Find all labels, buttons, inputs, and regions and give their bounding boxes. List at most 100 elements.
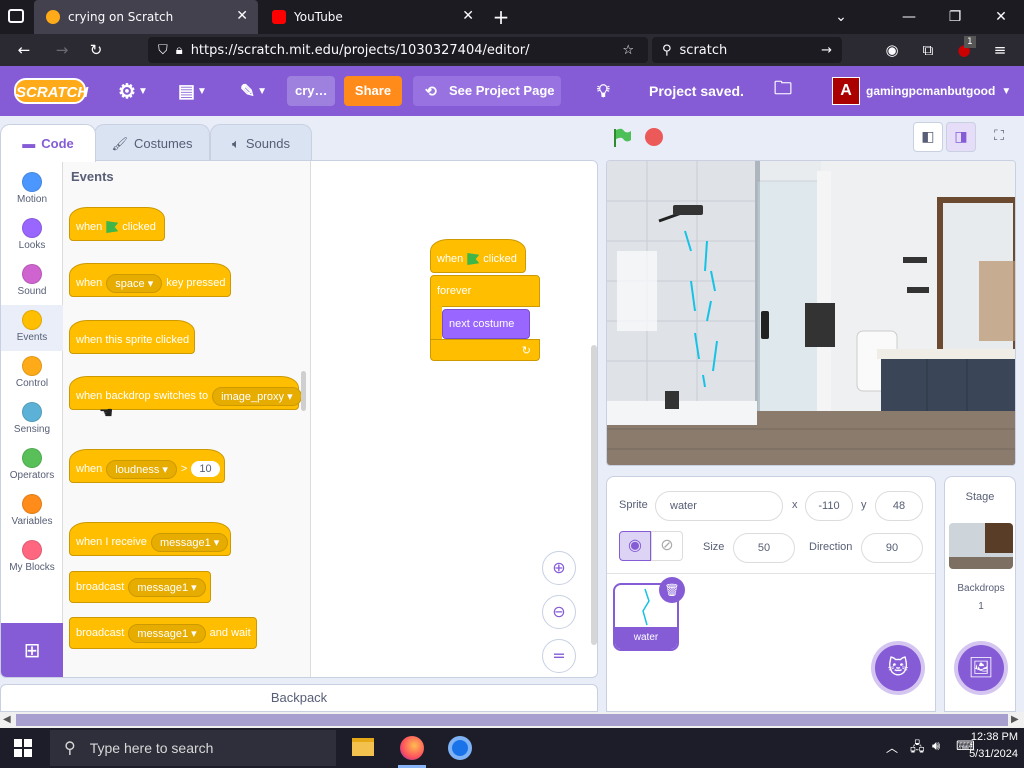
add-extension-button[interactable]: ⊞ (1, 623, 63, 677)
category-events[interactable]: Events (1, 305, 63, 351)
windows-start-icon[interactable] (14, 739, 32, 757)
category-sound[interactable]: Sound (1, 259, 63, 305)
taskbar-search[interactable]: ⚲ Type here to search (50, 730, 336, 766)
edit-pencil-icon[interactable]: ✎ ▼ (240, 66, 267, 116)
menu-icon[interactable]: ≡ (988, 38, 1012, 62)
lightbulb-icon[interactable]: 💡︎ (597, 66, 610, 116)
message-dropdown[interactable]: message1 ▾ (128, 577, 206, 597)
tab-list-icon[interactable] (8, 9, 24, 23)
when-loudness-block[interactable]: when loudness ▾ > 10 (69, 449, 225, 483)
palette-scrollbar[interactable] (301, 371, 306, 411)
small-stage-button[interactable]: ◧ (913, 122, 943, 152)
large-stage-button[interactable]: ◨ (946, 122, 976, 152)
volume-icon[interactable]: 🔊︎ (932, 738, 940, 754)
script-scrollbar[interactable] (591, 345, 597, 645)
stage-selector-pane[interactable]: Stage Backdrops 1 🖼︎ (944, 476, 1016, 712)
backdrop-dropdown[interactable]: image_proxy ▾ (212, 386, 302, 406)
network-icon[interactable]: 🖧︎ (910, 738, 925, 760)
my-stuff-folder-icon[interactable]: 🗀 (774, 66, 792, 116)
see-project-page-button[interactable]: ⟲ See Project Page (413, 76, 561, 106)
chrome-icon[interactable] (448, 736, 472, 760)
x-input[interactable]: -110 (805, 491, 853, 521)
category-looks[interactable]: Looks (1, 213, 63, 259)
category-motion[interactable]: Motion (1, 167, 63, 213)
stop-button[interactable] (645, 128, 663, 146)
extensions-icon[interactable]: ⧉ (916, 38, 940, 62)
scroll-left-arrow-icon[interactable]: ◀ (3, 714, 11, 725)
fullscreen-icon[interactable]: ⛶ (984, 122, 1014, 152)
file-menu-icon[interactable]: ▤ ▼ (178, 66, 207, 116)
key-dropdown[interactable]: space ▾ (106, 273, 163, 293)
tab-code[interactable]: ▬ Code (0, 124, 96, 162)
next-costume-block[interactable]: next costume (442, 309, 530, 339)
choose-backdrop-button[interactable]: 🖼︎ (958, 645, 1004, 691)
settings-gear-icon[interactable]: ⚙ ▼ (118, 66, 148, 116)
avatar[interactable]: A (832, 77, 860, 105)
category-operators[interactable]: Operators (1, 443, 63, 489)
message-dropdown[interactable]: message1 ▾ (150, 532, 229, 552)
bookmark-star-icon[interactable]: ☆ (622, 43, 634, 58)
when-key-pressed-block[interactable]: when space ▾ key pressed (69, 263, 231, 297)
search-bar[interactable]: ⚲ scratch → (652, 37, 842, 63)
sensor-dropdown[interactable]: loudness ▾ (106, 459, 177, 479)
green-flag-button[interactable] (612, 128, 632, 148)
project-title-input[interactable]: cry… (287, 76, 335, 106)
clock-date[interactable]: 5/31/2024 (958, 748, 1018, 760)
browser-tab-scratch[interactable]: crying on Scratch ✕ (34, 0, 258, 34)
zoom-out-button[interactable]: ⊖ (542, 595, 576, 629)
close-tab-icon[interactable]: ✕ (236, 8, 248, 24)
hand-cursor-icon: ☚ (99, 403, 114, 422)
scrollbar-thumb[interactable] (16, 714, 1008, 726)
file-explorer-icon[interactable] (352, 738, 374, 756)
minimize-window-icon[interactable]: — (894, 6, 924, 28)
ublock-icon[interactable]: ● 1 (952, 36, 976, 62)
clock-time[interactable]: 12:38 PM (962, 731, 1018, 743)
restore-window-icon[interactable]: ❐ (940, 6, 970, 28)
new-tab-button[interactable]: + (486, 6, 516, 28)
scroll-right-arrow-icon[interactable]: ▶ (1011, 714, 1019, 725)
browser-tab-youtube[interactable]: YouTube ✕ (260, 0, 484, 34)
back-arrow-icon[interactable]: ← (12, 38, 36, 62)
category-control[interactable]: Control (1, 351, 63, 397)
hide-sprite-button[interactable]: ⊘ (651, 531, 683, 561)
threshold-input[interactable]: 10 (191, 461, 220, 477)
close-tab-icon[interactable]: ✕ (462, 8, 474, 24)
show-sprite-button[interactable]: ◉ (619, 531, 651, 561)
choose-sprite-button[interactable]: 🐱︎ (875, 645, 921, 691)
y-input[interactable]: 48 (875, 491, 923, 521)
direction-input[interactable]: 90 (861, 533, 923, 563)
firefox-icon[interactable] (400, 736, 424, 760)
category-sensing[interactable]: Sensing (1, 397, 63, 443)
backpack[interactable]: Backpack (0, 684, 598, 712)
when-flag-clicked-block[interactable]: when clicked (69, 207, 165, 241)
category-my-blocks[interactable]: My Blocks (1, 535, 63, 581)
script-area[interactable]: when clicked forever ↻ next costume ⊕ ⊖ … (313, 161, 597, 677)
forward-arrow-icon[interactable]: → (50, 38, 74, 62)
category-variables[interactable]: Variables (1, 489, 63, 535)
broadcast-block[interactable]: broadcast message1 ▾ (69, 571, 211, 603)
tab-costumes[interactable]: 🖌︎ Costumes (94, 124, 210, 162)
when-sprite-clicked-block[interactable]: when this sprite clicked (69, 320, 195, 354)
page-horizontal-scrollbar[interactable]: ◀ ▶ (0, 712, 1024, 728)
sprite-name-input[interactable]: water (655, 491, 783, 521)
close-window-icon[interactable]: ✕ (986, 6, 1016, 28)
reload-icon[interactable]: ↻ (84, 38, 108, 62)
list-all-tabs-icon[interactable]: ⌄ (826, 6, 856, 28)
when-i-receive-block[interactable]: when I receive message1 ▾ (69, 522, 231, 556)
zoom-in-button[interactable]: ⊕ (542, 551, 576, 585)
delete-sprite-icon[interactable]: 🗑︎ (659, 577, 685, 603)
size-input[interactable]: 50 (733, 533, 795, 563)
zoom-reset-button[interactable]: = (542, 639, 576, 673)
account-icon[interactable]: ◉ (880, 38, 904, 62)
show-hidden-icons-icon[interactable]: ︿ (886, 739, 898, 756)
url-bar[interactable]: ⛉ 🔒︎ https://scratch.mit.edu/projects/10… (148, 37, 648, 63)
script-when-flag-clicked-block[interactable]: when clicked (430, 239, 526, 273)
account-username[interactable]: gamingpcmanbutgood ▼ (866, 66, 1011, 116)
broadcast-and-wait-block[interactable]: broadcast message1 ▾ and wait (69, 617, 257, 649)
share-button[interactable]: Share (344, 76, 402, 106)
stage-canvas[interactable] (606, 160, 1016, 466)
scratch-logo[interactable]: SCRATCH (14, 78, 88, 104)
message-dropdown[interactable]: message1 ▾ (128, 623, 206, 643)
tab-sounds[interactable]: 🔈︎ Sounds (210, 124, 312, 162)
go-arrow-icon[interactable]: → (821, 43, 832, 58)
